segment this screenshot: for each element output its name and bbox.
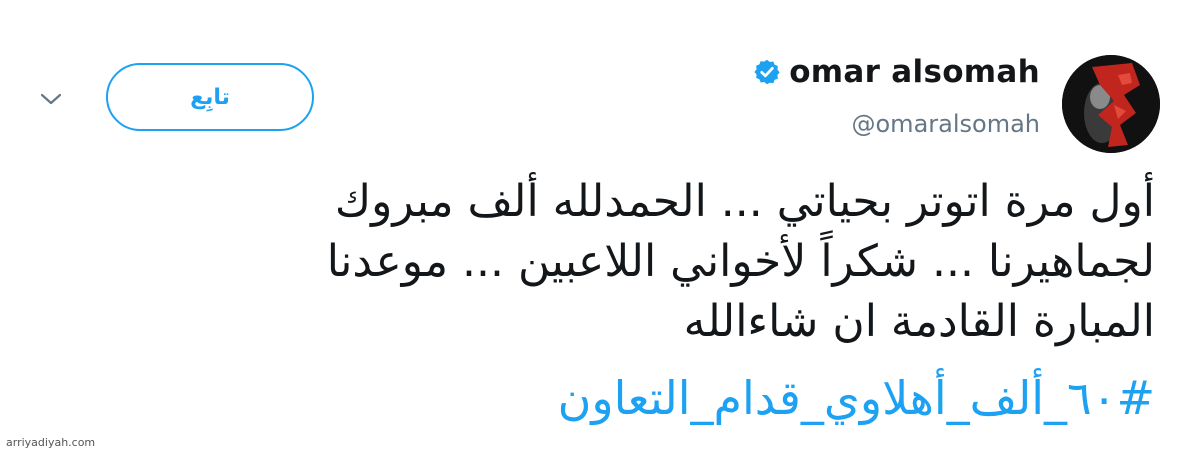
author-name-row[interactable]: omar alsomah	[753, 54, 1040, 90]
avatar-image	[1062, 55, 1160, 153]
chevron-down-icon[interactable]	[36, 88, 66, 110]
author-handle[interactable]: @omaralsomah	[852, 110, 1041, 138]
avatar[interactable]	[1062, 55, 1160, 153]
watermark-text: arriyadiyah.com	[6, 436, 96, 449]
tweet-text: أول مرة اتوتر بحياتي ... الحمدلله ألف مب…	[45, 172, 1155, 352]
author-display-name[interactable]: omar alsomah	[789, 54, 1040, 90]
tweet-text-line: لجماهيرنا ... شكراً لأخواني اللاعبين ...…	[326, 236, 1155, 287]
verified-badge-icon	[753, 58, 781, 86]
tweet-text-line: المبارة القادمة ان شاءالله	[683, 296, 1155, 347]
follow-button[interactable]: تابِع	[106, 63, 314, 131]
tweet-text-line: أول مرة اتوتر بحياتي ... الحمدلله ألف مب…	[334, 176, 1155, 227]
hashtag-link[interactable]: #٦٠_ألف_أهلاوي_قدام_التعاون	[558, 368, 1155, 428]
